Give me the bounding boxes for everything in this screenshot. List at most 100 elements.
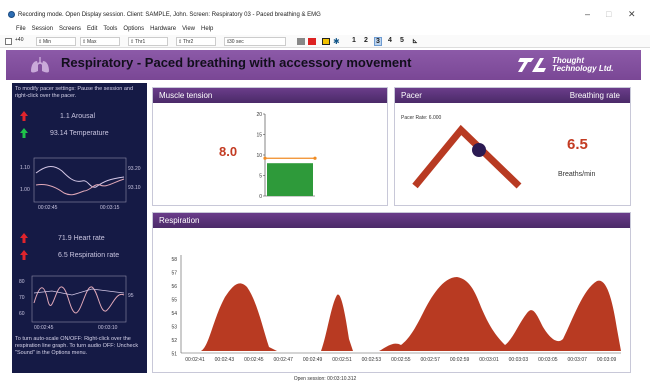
breathing-rate-title: Breathing rate — [569, 91, 620, 100]
temp-t2: 00:03:15 — [100, 205, 120, 211]
screen-1-button[interactable]: 1 — [350, 37, 358, 44]
screen-3-button[interactable]: 3 — [374, 37, 382, 46]
menu-help[interactable]: Help — [201, 26, 213, 32]
max-combo[interactable]: Max — [80, 37, 120, 46]
app-icon — [8, 11, 15, 18]
brand-logo: Thought Technology Ltd. — [512, 55, 636, 77]
resp-xtick: 00:02:55 — [391, 357, 411, 363]
threshold-handle-right[interactable] — [313, 156, 317, 160]
resp-xtick: 00:02:59 — [450, 357, 470, 363]
screen-4-button[interactable]: 4 — [386, 37, 394, 44]
record-stop-icon[interactable] — [297, 38, 305, 45]
resp-ytick: 56 — [171, 284, 177, 290]
left-panel: To modify pacer settings: Pause the sess… — [12, 83, 147, 373]
respiration-panel: Respiration 58 57 56 55 54 53 52 51 00:02:41 00:… — [152, 212, 631, 373]
hr-y1: 80 — [19, 279, 25, 285]
arrow-up-green-icon — [20, 128, 28, 138]
resp-ytick: 52 — [171, 338, 177, 344]
threshold-handle-left[interactable] — [263, 156, 267, 160]
heart-rate-value: 71.9 Heart rate — [58, 235, 105, 242]
pacer-ball — [472, 143, 486, 157]
window-title: Recording mode. Open Display session. Cl… — [18, 12, 321, 18]
hr-y2: 70 — [19, 295, 25, 301]
breathing-rate-value: 6.5 — [567, 136, 588, 153]
screen-2-button[interactable]: 2 — [362, 37, 370, 44]
toolbar: +40 Min Max Thr1 Thr2 30 sec ✱ 1 2 3 4 5… — [0, 35, 650, 48]
muscle-ytick: 15 — [256, 133, 262, 139]
temp-t1: 00:02:45 — [38, 205, 58, 211]
pacer-title-label: Pacer — [401, 91, 422, 100]
resp-ytick: 54 — [171, 311, 177, 317]
min-combo[interactable]: Min — [36, 37, 76, 46]
pacer-panel: Pacer Breathing rate Pacer Rate: 6.000 6… — [394, 87, 631, 206]
pacer-graphic[interactable] — [409, 122, 529, 192]
hr-t2: 00:03:10 — [98, 325, 118, 331]
menu-options[interactable]: Options — [123, 26, 144, 32]
resp-ytick: 57 — [171, 271, 177, 277]
menu-screens[interactable]: Screens — [59, 26, 81, 32]
resp-ytick: 51 — [171, 352, 177, 358]
menu-view[interactable]: View — [182, 26, 195, 32]
screen-layout-icon[interactable]: ⊾ — [412, 37, 418, 45]
arousal-value: 1.1 Arousal — [60, 113, 96, 120]
respiration-rate-value: 6.5 Respiration rate — [58, 252, 120, 259]
record-icon[interactable] — [308, 38, 316, 45]
respiration-line-graph[interactable]: 58 57 56 55 54 53 52 51 00:02:41 00:02:43 00:02:4… — [153, 229, 631, 373]
resp-xtick: 00:03:09 — [597, 357, 617, 363]
pacer-title: Pacer Breathing rate — [395, 88, 630, 103]
hr-y3: 60 — [19, 311, 25, 317]
muscle-ytick: 0 — [259, 194, 262, 200]
screen-5-button[interactable]: 5 — [398, 37, 406, 44]
menu-file[interactable]: File — [16, 26, 26, 32]
volume-label: +40 — [15, 37, 24, 43]
resp-ytick: 58 — [171, 257, 177, 263]
temp-y2: 1.00 — [20, 187, 30, 193]
timebase-select[interactable]: 30 sec — [224, 37, 286, 46]
status-bar: Open session: 00:03:10.312 — [293, 376, 357, 382]
menu-edit[interactable]: Edit — [87, 26, 97, 32]
resp-ytick: 53 — [171, 325, 177, 331]
minimize-button[interactable]: – — [585, 9, 590, 19]
arrow-up-red-icon — [20, 111, 28, 121]
muscle-ytick: 10 — [256, 153, 262, 159]
resp-xtick: 00:02:49 — [303, 357, 323, 363]
checkbox-icon[interactable] — [5, 38, 12, 45]
lungs-icon — [31, 57, 49, 73]
respiration-wave — [183, 277, 621, 351]
screen-title: Respiratory - Paced breathing with acces… — [61, 55, 412, 70]
menu-tools[interactable]: Tools — [103, 26, 117, 32]
resp-xtick: 00:02:53 — [362, 357, 382, 363]
resp-xtick: 00:02:43 — [215, 357, 235, 363]
hr-r1: 95 — [128, 293, 134, 299]
brand-name: Thought Technology Ltd. — [552, 57, 613, 73]
brand-line-2: Technology Ltd. — [552, 64, 614, 73]
temp-r2: 93.10 — [128, 185, 141, 191]
temp-y1: 1.10 — [20, 165, 30, 171]
temperature-value: 93.14 Temperature — [50, 130, 109, 137]
heart-rate-graph: 80 70 60 95 00:02:45 00:03:10 — [12, 273, 147, 333]
respiration-title: Respiration — [153, 213, 630, 228]
thr1-combo[interactable]: Thr1 — [128, 37, 168, 46]
pacer-rate-label: Pacer Rate: 6.000 — [401, 115, 442, 121]
thr2-combo[interactable]: Thr2 — [176, 37, 216, 46]
muscle-tension-panel: Muscle tension 8.0 20 15 10 5 0 — [152, 87, 388, 206]
resp-xtick: 00:02:51 — [332, 357, 352, 363]
pause-icon[interactable] — [322, 38, 330, 45]
muscle-tension-title: Muscle tension — [153, 88, 387, 103]
resp-xtick: 00:03:05 — [538, 357, 558, 363]
menu-hardware[interactable]: Hardware — [150, 26, 176, 32]
pacer-instructions: To modify pacer settings: Pause the sess… — [15, 86, 134, 99]
settings-icon[interactable]: ✱ — [333, 38, 341, 46]
temp-r1: 93.20 — [128, 166, 141, 172]
arrow-up-red-icon — [20, 233, 28, 243]
hr-t1: 00:02:45 — [34, 325, 54, 331]
menu-session[interactable]: Session — [32, 26, 53, 32]
resp-xtick: 00:02:57 — [420, 357, 440, 363]
resp-xtick: 00:03:07 — [567, 357, 587, 363]
maximize-button[interactable]: □ — [606, 9, 611, 19]
resp-xtick: 00:03:01 — [479, 357, 499, 363]
close-button[interactable]: ✕ — [628, 9, 636, 20]
resp-ytick: 55 — [171, 298, 177, 304]
resp-xtick: 00:02:41 — [185, 357, 205, 363]
arrow-up-red-icon — [20, 250, 28, 260]
